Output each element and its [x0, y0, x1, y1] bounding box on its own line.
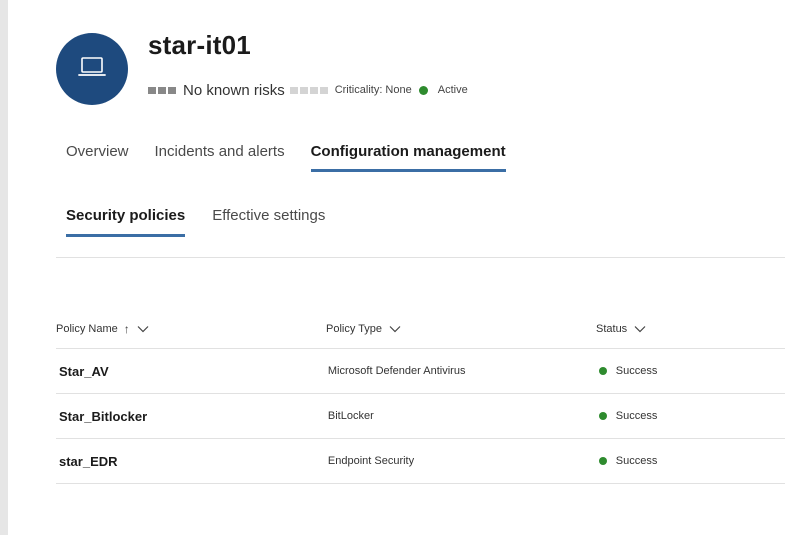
status-dot	[418, 85, 428, 95]
policy-status: Success	[597, 410, 785, 422]
policy-type: Microsoft Defender Antivirus	[327, 365, 466, 377]
tab-configuration-management[interactable]: Configuration management	[310, 143, 506, 172]
risk-severity-bars	[148, 86, 176, 94]
success-status-icon	[598, 457, 607, 465]
sub-tabs: Security policies Effective settings	[66, 207, 352, 237]
device-name: star-it01	[148, 30, 251, 60]
exposure-severity-bars	[289, 86, 328, 94]
success-status-icon	[598, 367, 607, 375]
policies-table: Policy Name ↑ Policy Type Status Star_AV…	[56, 310, 785, 484]
policy-type: Endpoint Security	[327, 455, 415, 467]
sort-ascending-icon: ↑	[123, 322, 130, 336]
policy-name-link[interactable]: Star_Bitlocker	[56, 409, 328, 424]
device-avatar	[56, 33, 128, 105]
policy-name-link[interactable]: star_EDR	[56, 454, 328, 469]
risk-level-label: No known risks	[183, 81, 285, 99]
section-divider	[56, 257, 785, 258]
policy-status: Success	[597, 365, 785, 377]
tab-incidents-and-alerts[interactable]: Incidents and alerts	[155, 143, 285, 170]
column-header-policy-name[interactable]: Policy Name ↑	[56, 322, 326, 336]
table-row[interactable]: star_EDR Endpoint Security Success	[56, 439, 785, 484]
table-header: Policy Name ↑ Policy Type Status	[56, 310, 785, 349]
tab-overview[interactable]: Overview	[66, 143, 129, 170]
subtab-effective-settings[interactable]: Effective settings	[212, 207, 325, 234]
column-header-label: Status	[596, 323, 628, 335]
device-status-label: Active	[437, 84, 468, 96]
status-text: Success	[615, 410, 658, 422]
subtab-security-policies[interactable]: Security policies	[66, 207, 186, 237]
column-header-status[interactable]: Status	[596, 323, 785, 335]
laptop-icon	[77, 55, 107, 84]
policy-status: Success	[597, 455, 785, 467]
main-tabs: Overview Incidents and alerts Configurat…	[66, 143, 532, 172]
column-header-policy-type[interactable]: Policy Type	[326, 323, 596, 335]
left-rail	[0, 0, 8, 535]
column-header-label: Policy Name	[56, 323, 118, 335]
device-meta: No known risks Criticality: None Active	[148, 80, 468, 100]
policy-name-link[interactable]: Star_AV	[56, 364, 328, 379]
status-text: Success	[615, 455, 658, 467]
chevron-down-icon[interactable]	[389, 325, 401, 333]
column-header-label: Policy Type	[326, 323, 383, 335]
chevron-down-icon[interactable]	[137, 325, 149, 333]
table-row[interactable]: Star_Bitlocker BitLocker Success	[56, 394, 785, 439]
chevron-down-icon[interactable]	[634, 325, 646, 333]
status-text: Success	[615, 365, 658, 377]
criticality-label: Criticality: None	[334, 84, 412, 96]
table-row[interactable]: Star_AV Microsoft Defender Antivirus Suc…	[56, 349, 785, 394]
success-status-icon	[598, 412, 607, 420]
policy-type: BitLocker	[327, 410, 374, 422]
